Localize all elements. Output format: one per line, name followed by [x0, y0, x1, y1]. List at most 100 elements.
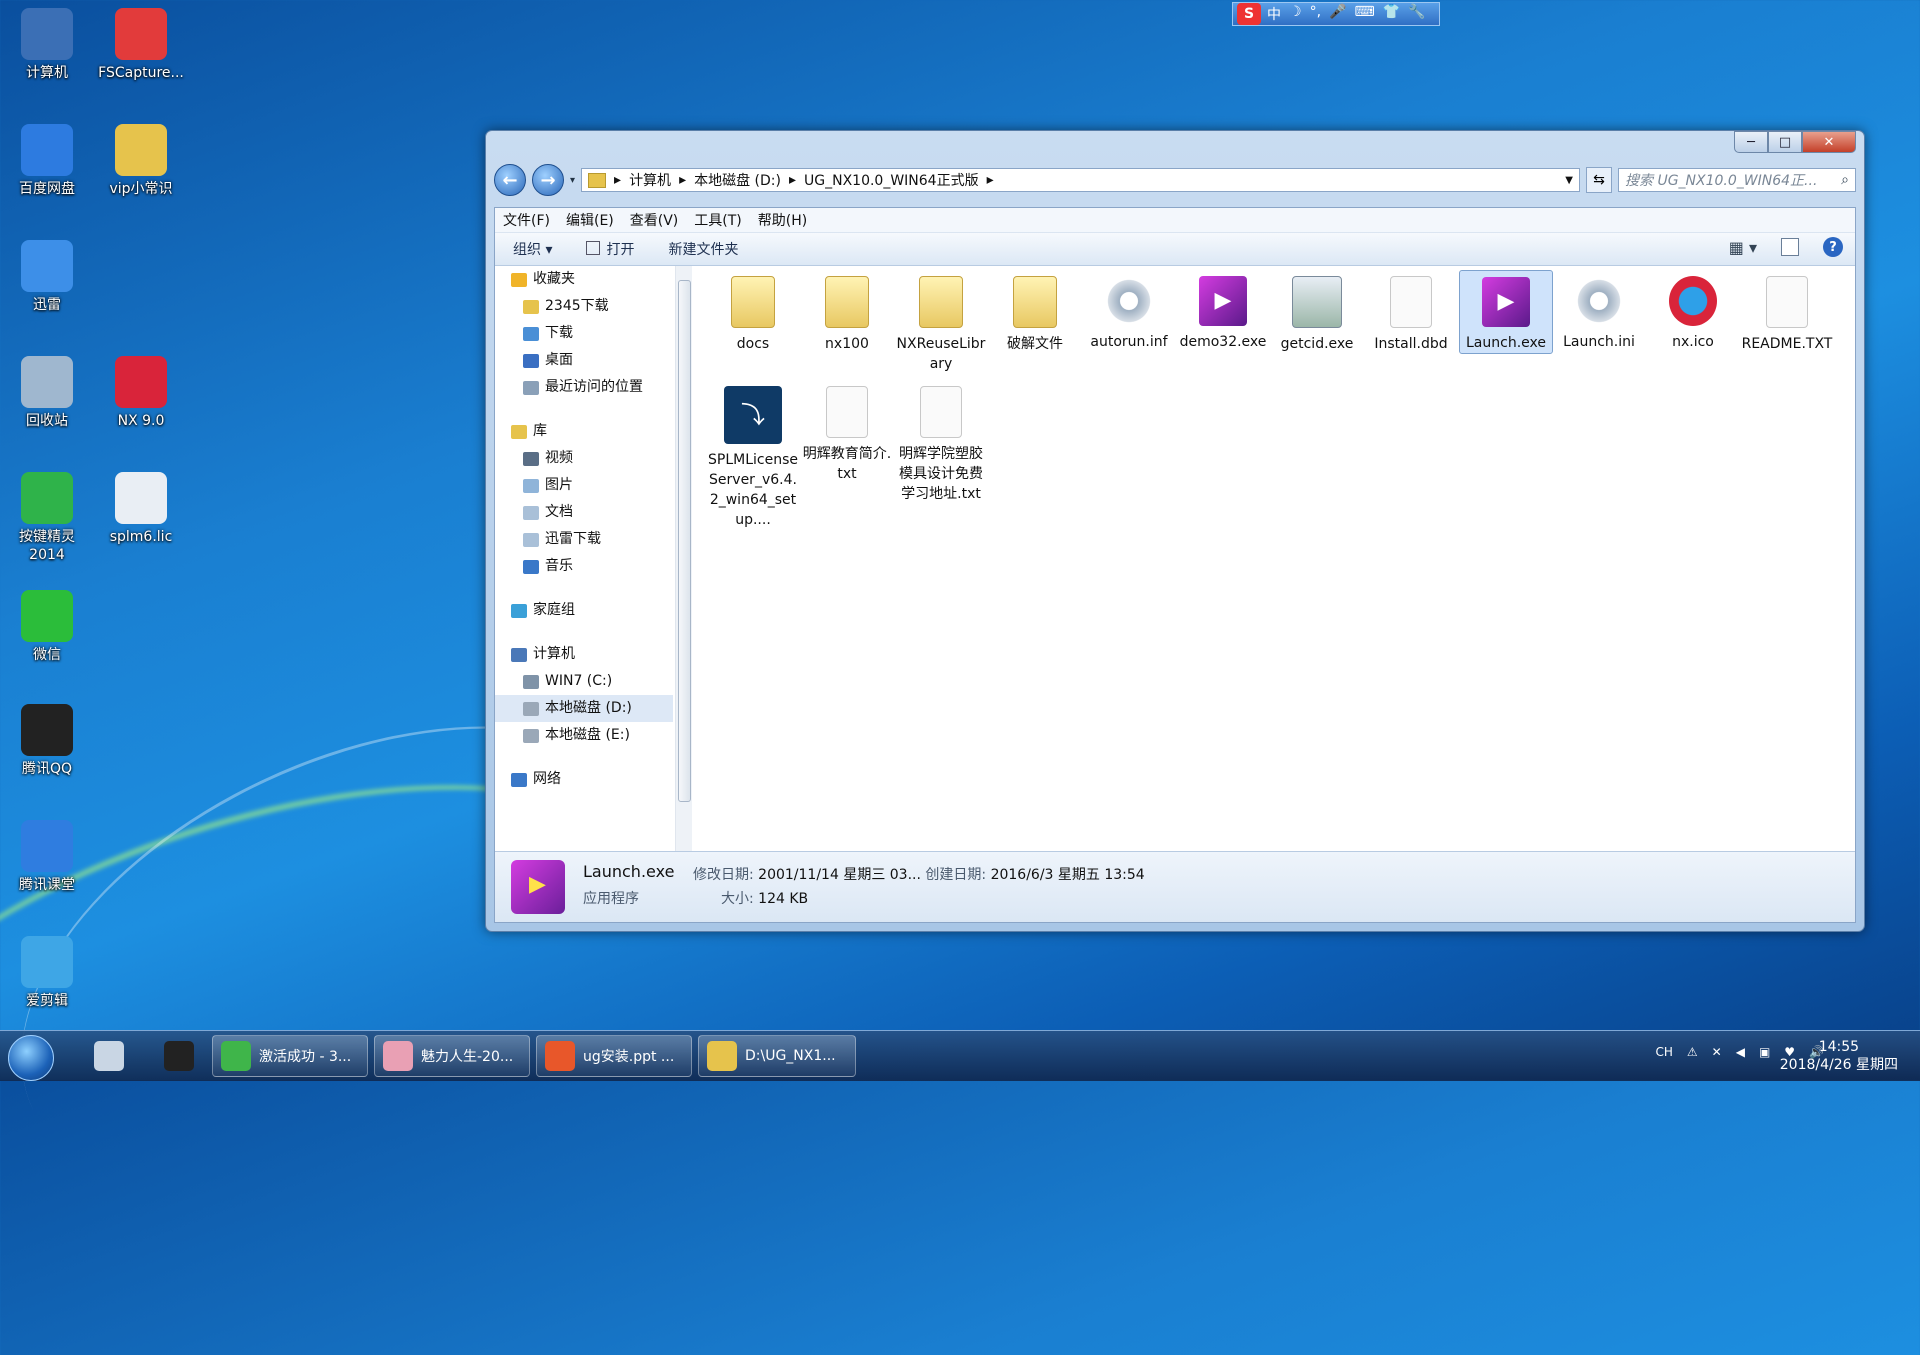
ime-item[interactable]: 🎤: [1329, 4, 1346, 24]
open-button[interactable]: 打开: [586, 239, 634, 259]
desktop-icon-item[interactable]: 回收站: [2, 356, 92, 430]
ime-toolbar[interactable]: S 中 ☽ °, 🎤 ⌨ 👕 🔧: [1232, 2, 1440, 26]
scrollbar-thumb[interactable]: [678, 280, 691, 802]
ime-item[interactable]: ☽: [1289, 4, 1302, 24]
file-item[interactable]: ▶ demo32.exe: [1177, 270, 1269, 352]
desktop-icon-item[interactable]: FSCapture...: [96, 8, 186, 82]
tray-icon[interactable]: ◀: [1736, 1045, 1745, 1059]
file-item[interactable]: nx100: [801, 270, 893, 354]
ime-item[interactable]: 🔧: [1408, 4, 1425, 24]
taskbar-item-label: D:\UG_NX1...: [745, 1048, 836, 1064]
breadcrumb-separator-icon[interactable]: ▸: [789, 172, 796, 188]
explorer-window[interactable]: ─ □ ✕ ← → ▾ ▸ 计算机 ▸ 本地磁盘 (D:) ▸ UG_NX10.…: [485, 130, 1865, 932]
breadcrumb-computer[interactable]: 计算机: [629, 170, 671, 190]
desktop-icon-item[interactable]: 腾讯课堂: [2, 820, 92, 894]
nav-item[interactable]: 计算机: [495, 641, 673, 668]
menu-item[interactable]: 工具(T): [694, 210, 741, 230]
desktop-icon-item[interactable]: 百度网盘: [2, 124, 92, 198]
desktop-icon-item[interactable]: 迅雷: [2, 240, 92, 314]
photo-icon: [383, 1041, 413, 1071]
file-item[interactable]: README.TXT: [1741, 270, 1833, 354]
nav-item[interactable]: 视频: [495, 445, 673, 472]
nav-item[interactable]: 桌面: [495, 347, 673, 374]
menu-item[interactable]: 查看(V): [630, 210, 679, 230]
clock[interactable]: 14:55 2018/4/26 星期四: [1780, 1038, 1898, 1074]
search-input[interactable]: 搜索 UG_NX10.0_WIN64正... ⌕: [1618, 168, 1856, 192]
desktop-icon-item[interactable]: 计算机: [2, 8, 92, 82]
nav-item[interactable]: 2345下载: [495, 293, 673, 320]
ime-item[interactable]: 👕: [1383, 4, 1400, 24]
nav-item[interactable]: 最近访问的位置: [495, 374, 673, 401]
address-dropdown-icon[interactable]: ▼: [1565, 175, 1573, 186]
ime-item[interactable]: °,: [1310, 4, 1321, 24]
new-folder-button[interactable]: 新建文件夹: [668, 239, 738, 259]
tray-icon[interactable]: ▣: [1759, 1045, 1770, 1059]
breadcrumb-separator-icon[interactable]: ▸: [614, 172, 621, 188]
nav-item[interactable]: 本地磁盘 (E:): [495, 722, 673, 749]
forward-button[interactable]: →: [532, 164, 564, 196]
file-item[interactable]: autorun.inf: [1083, 270, 1175, 352]
start-button[interactable]: [8, 1035, 54, 1081]
file-item[interactable]: nx.ico: [1647, 270, 1739, 352]
file-item[interactable]: 破解文件: [989, 270, 1081, 354]
nav-item[interactable]: 收藏夹: [495, 266, 673, 293]
file-item[interactable]: ⤵ SPLMLicenseServer_v6.4.2_win64_setup...…: [707, 380, 799, 530]
refresh-button[interactable]: ⇆: [1586, 167, 1612, 193]
taskbar-item[interactable]: 激活成功 - 3...: [212, 1035, 368, 1077]
taskbar-item[interactable]: ug安装.ppt ...: [536, 1035, 692, 1077]
taskbar-item[interactable]: D:\UG_NX1...: [698, 1035, 856, 1077]
change-view-icon[interactable]: ▦ ▾: [1729, 238, 1757, 257]
menu-item[interactable]: 帮助(H): [758, 210, 807, 230]
taskbar-item[interactable]: 魅力人生-20...: [374, 1035, 530, 1077]
breadcrumb-separator-icon[interactable]: ▸: [679, 172, 686, 188]
breadcrumb-separator-icon[interactable]: ▸: [987, 172, 994, 188]
nav-item[interactable]: 音乐: [495, 553, 673, 580]
nav-item[interactable]: 图片: [495, 472, 673, 499]
desktop-icon-item[interactable]: splm6.lic: [96, 472, 186, 546]
nav-item[interactable]: 本地磁盘 (D:): [495, 695, 673, 722]
organize-button[interactable]: 组织 ▾: [513, 239, 552, 259]
file-item[interactable]: NXReuseLibrary: [895, 270, 987, 374]
file-item[interactable]: docs: [707, 270, 799, 354]
address-bar[interactable]: ▸ 计算机 ▸ 本地磁盘 (D:) ▸ UG_NX10.0_WIN64正式版 ▸…: [581, 168, 1580, 192]
desktop-icon-item[interactable]: 爱剪辑: [2, 936, 92, 1010]
file-item[interactable]: 明辉教育简介.txt: [801, 380, 893, 484]
nav-item[interactable]: 下载: [495, 320, 673, 347]
nav-item[interactable]: 库: [495, 418, 673, 445]
desktop-icon-item[interactable]: vip小常识: [96, 124, 186, 198]
nav-item[interactable]: 家庭组: [495, 597, 673, 624]
file-item[interactable]: ▶ Launch.exe: [1459, 270, 1553, 354]
minimize-button[interactable]: ─: [1734, 131, 1768, 153]
breadcrumb-drive-d[interactable]: 本地磁盘 (D:): [694, 170, 781, 190]
menu-item[interactable]: 编辑(E): [566, 210, 614, 230]
taskbar-item[interactable]: [86, 1035, 126, 1077]
help-icon[interactable]: ?: [1823, 237, 1843, 257]
breadcrumb-ug-folder[interactable]: UG_NX10.0_WIN64正式版: [804, 170, 979, 190]
ime-item[interactable]: 中: [1267, 4, 1281, 24]
navigation-scrollbar[interactable]: [675, 266, 692, 852]
desktop-icon-item[interactable]: 腾讯QQ: [2, 704, 92, 778]
close-button[interactable]: ✕: [1802, 131, 1856, 153]
recent-pages-dropdown-icon[interactable]: ▾: [570, 175, 575, 186]
desktop-icon-item[interactable]: 按键精灵 2014: [2, 472, 92, 564]
sogou-logo-icon[interactable]: S: [1237, 3, 1261, 25]
file-item[interactable]: Launch.ini: [1553, 270, 1645, 352]
nav-item[interactable]: 文档: [495, 499, 673, 526]
tray-icon[interactable]: CH: [1655, 1045, 1672, 1059]
tray-icon[interactable]: ⚠: [1687, 1045, 1698, 1059]
nav-item[interactable]: 网络: [495, 766, 673, 793]
ime-item[interactable]: ⌨: [1354, 4, 1374, 24]
tray-icon[interactable]: ✕: [1712, 1045, 1722, 1059]
back-button[interactable]: ←: [494, 164, 526, 196]
file-item[interactable]: Install.dbd: [1365, 270, 1457, 354]
desktop-icon-item[interactable]: NX 9.0: [96, 356, 186, 430]
nav-item[interactable]: WIN7 (C:): [495, 668, 673, 695]
file-item[interactable]: getcid.exe: [1271, 270, 1363, 354]
maximize-button[interactable]: □: [1768, 131, 1802, 153]
preview-pane-icon[interactable]: [1781, 238, 1799, 256]
menu-item[interactable]: 文件(F): [503, 210, 550, 230]
file-item[interactable]: 明辉学院塑胶模具设计免费学习地址.txt: [895, 380, 987, 504]
taskbar-item[interactable]: [156, 1035, 196, 1077]
desktop-icon-item[interactable]: 微信: [2, 590, 92, 664]
nav-item[interactable]: 迅雷下载: [495, 526, 673, 553]
